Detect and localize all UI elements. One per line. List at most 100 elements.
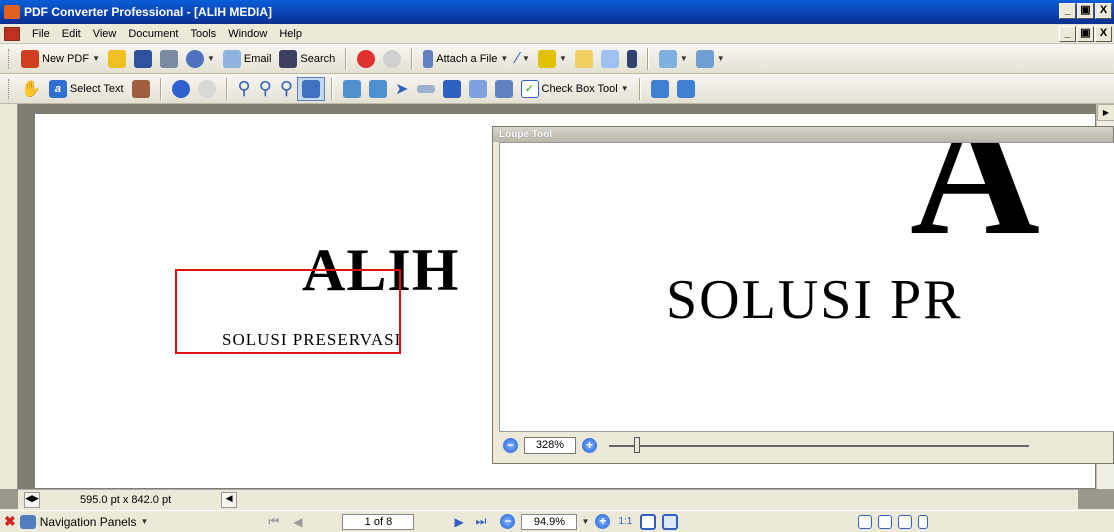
back-button[interactable] xyxy=(168,77,194,101)
loupe-target-rectangle[interactable] xyxy=(175,269,401,354)
page-number-field[interactable]: 1 of 8 xyxy=(342,513,415,530)
attach-file-button[interactable]: Attach a File ▼ xyxy=(419,47,512,71)
menu-file[interactable]: File xyxy=(26,28,56,40)
field-tool-button[interactable] xyxy=(465,77,491,101)
menu-window[interactable]: Window xyxy=(222,28,273,40)
check-box-tool-button[interactable]: ✓ Check Box Tool ▼ xyxy=(517,77,633,101)
menu-document[interactable]: Document xyxy=(122,28,184,40)
snapshot-button[interactable] xyxy=(128,77,154,101)
facing-icon[interactable] xyxy=(898,514,913,529)
zoom-in-tool-button[interactable]: ⚲ xyxy=(234,77,255,101)
document-icon[interactable] xyxy=(4,26,20,41)
line-tool-button[interactable]: ∕ ▼ xyxy=(512,47,534,71)
actual-size-icon[interactable]: 1:1 xyxy=(618,516,632,527)
page-info-bar: ◀▶ 595.0 pt x 842.0 pt ◀ xyxy=(18,489,1078,509)
navigation-panels-button[interactable]: ✖ Navigation Panels ▼ xyxy=(4,513,148,530)
new-pdf-button[interactable]: New PDF ▼ xyxy=(17,47,104,71)
previous-page-icon[interactable]: ◀ xyxy=(293,515,302,529)
scroll-up-arrow[interactable]: ▶ xyxy=(1097,104,1114,121)
page-size: 595.0 pt x 842.0 pt xyxy=(80,493,172,506)
doc-restore-button[interactable]: ▣ xyxy=(1077,26,1094,42)
toolbar-grip[interactable] xyxy=(8,78,11,99)
loupe-zoom-field[interactable]: 328% xyxy=(524,437,576,454)
chevron-down-icon: ▼ xyxy=(620,84,629,93)
view-button[interactable]: ▼ xyxy=(655,47,692,71)
stop-icon xyxy=(357,49,376,68)
doc-minimize-button[interactable]: _ xyxy=(1059,26,1076,42)
close-panel-icon[interactable]: ✖ xyxy=(4,513,16,530)
app-icon xyxy=(4,5,20,19)
single-page-icon[interactable] xyxy=(858,514,873,529)
chevron-down-icon: ▼ xyxy=(679,54,688,63)
toolbar-grip[interactable] xyxy=(8,48,11,69)
fit-page-icon[interactable] xyxy=(640,513,657,530)
loupe-title[interactable]: Loupe Tool xyxy=(493,127,1113,142)
select-object-button[interactable]: ➤ xyxy=(391,77,412,101)
convert-button[interactable]: ▼ xyxy=(692,47,729,71)
menu-help[interactable]: Help xyxy=(273,28,308,40)
loupe-zoom-slider[interactable] xyxy=(609,436,1029,453)
minimize-button[interactable]: _ xyxy=(1059,3,1076,19)
loupe-view: A SOLUSI PR xyxy=(499,142,1114,432)
link-tool-button[interactable] xyxy=(339,77,365,101)
dynamic-zoom-button[interactable]: ⚲ xyxy=(276,77,297,101)
continuous-icon[interactable] xyxy=(878,514,893,529)
undo-button[interactable] xyxy=(673,77,699,101)
navigation-panel-handle[interactable] xyxy=(0,104,18,489)
restore-button[interactable]: ▣ xyxy=(1077,3,1094,19)
forward-button[interactable] xyxy=(194,77,220,101)
form-tool-button[interactable] xyxy=(365,77,391,101)
arrow-left-icon xyxy=(171,79,190,98)
loupe-tool-button[interactable] xyxy=(297,76,326,101)
hscroll-left-arrow[interactable]: ◀ xyxy=(221,491,238,508)
loupe-tool-window[interactable]: Loupe Tool A SOLUSI PR − 328% + xyxy=(492,126,1114,464)
toolbar-separator xyxy=(345,47,348,70)
close-button[interactable]: X xyxy=(1095,3,1112,19)
zoom-level-field[interactable]: 94.9% xyxy=(521,513,578,530)
search-button[interactable]: Search xyxy=(275,47,339,71)
textbox-button[interactable] xyxy=(597,47,623,71)
article-tool-button[interactable] xyxy=(413,77,439,101)
last-page-icon[interactable]: ⏭ xyxy=(476,514,487,529)
edit-tool-button[interactable] xyxy=(491,77,517,101)
rotate-button[interactable] xyxy=(647,77,673,101)
hand-tool-button[interactable]: ✋ xyxy=(17,77,45,101)
menu-tools[interactable]: Tools xyxy=(185,28,223,40)
toolbar-separator xyxy=(159,77,162,100)
chevron-down-icon[interactable]: ▼ xyxy=(581,517,589,526)
binoculars-icon xyxy=(279,49,298,68)
article-icon xyxy=(416,84,435,93)
email-button[interactable]: Email xyxy=(219,47,276,71)
menu-view[interactable]: View xyxy=(87,28,123,40)
stop-button[interactable] xyxy=(353,47,379,71)
zoom-out-tool-button[interactable]: ⚲ xyxy=(255,77,276,101)
chevron-down-icon: ▼ xyxy=(522,54,530,63)
select-text-button[interactable]: a Select Text xyxy=(45,77,128,101)
crop-tool-button[interactable] xyxy=(439,77,465,101)
refresh-icon xyxy=(383,49,402,68)
eraser-button[interactable] xyxy=(571,47,597,71)
loupe-zoom-out-button[interactable]: − xyxy=(503,438,518,453)
paperclip-icon xyxy=(423,49,434,68)
highlight-button[interactable]: ▼ xyxy=(534,47,571,71)
zoom-out-button[interactable]: − xyxy=(500,514,516,529)
first-page-icon[interactable]: ⏮ xyxy=(268,514,279,529)
eraser-icon xyxy=(574,49,593,68)
menu-edit[interactable]: Edit xyxy=(56,28,87,40)
new-pdf-icon xyxy=(21,49,39,68)
stamp-button[interactable] xyxy=(623,47,641,71)
scan-button[interactable]: ▼ xyxy=(182,47,219,71)
next-page-icon[interactable]: ▶ xyxy=(454,515,463,529)
refresh-button[interactable] xyxy=(379,47,405,71)
zoom-in-button[interactable]: + xyxy=(595,514,611,529)
save-button[interactable] xyxy=(130,47,156,71)
panel-toggle-icon[interactable]: ◀▶ xyxy=(24,491,40,508)
doc-close-button[interactable]: X xyxy=(1095,26,1112,42)
open-button[interactable] xyxy=(104,47,130,71)
print-button[interactable] xyxy=(156,47,182,71)
fit-width-icon[interactable] xyxy=(662,513,679,530)
loupe-zoom-in-button[interactable]: + xyxy=(582,438,597,453)
continuous-facing-icon[interactable] xyxy=(918,514,929,529)
edit-icon xyxy=(494,79,513,98)
loupe-slider-thumb[interactable] xyxy=(634,436,641,453)
